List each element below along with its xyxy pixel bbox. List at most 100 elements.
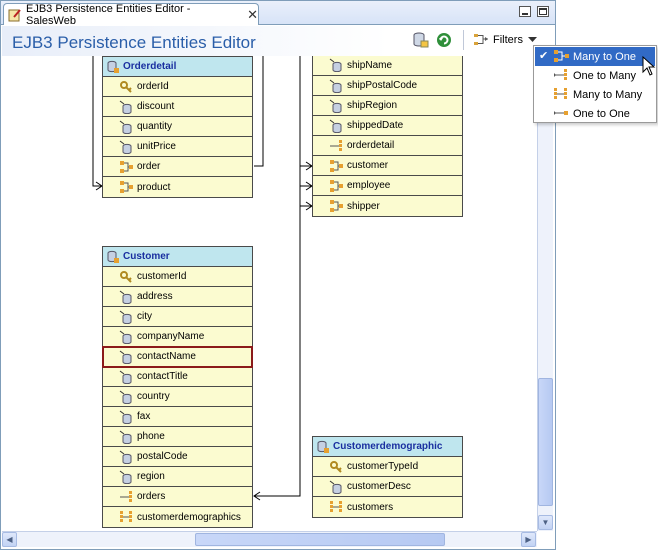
horizontal-scroll-thumb[interactable] [195,533,445,546]
field-name: shipPostalCode [347,80,418,91]
one-to-many-icon [554,69,567,80]
vertical-scroll-thumb[interactable] [538,378,553,506]
field-name: orders [137,491,166,502]
database-icon[interactable] [411,31,429,49]
field-row[interactable]: orderId [103,77,252,97]
field-row[interactable]: city [103,307,252,327]
diagram-canvas[interactable]: Orderdetail orderId discount quantity un… [2,56,537,531]
many-to-one-icon [120,181,133,193]
menu-item-many-to-one[interactable]: ✔ Many to One [535,47,655,66]
field-name: discount [137,101,175,112]
many-to-many-icon [120,511,132,522]
field-row[interactable]: country [103,387,252,407]
field-name: companyName [137,331,205,342]
minimize-icon[interactable] [519,6,531,17]
field-row[interactable]: shippedDate [313,116,462,136]
field-icon [329,99,342,113]
many-to-many-icon [330,501,342,512]
field-name: orderId [137,81,169,92]
scroll-down-icon[interactable]: ▼ [538,515,553,530]
filters-button[interactable]: Filters [473,31,537,49]
field-name: quantity [137,121,173,132]
entity-header[interactable]: Customerdemographic [313,437,462,457]
field-icon [119,140,132,154]
field-row[interactable]: region [103,467,252,487]
field-name: postalCode [137,451,188,462]
field-row[interactable]: customer [313,156,462,176]
editor-tab[interactable]: EJB3 Persistence Entities Editor - Sales… [3,3,259,27]
primary-key-icon [120,81,132,93]
entity-header[interactable]: Orderdetail [103,57,252,77]
field-name: city [137,311,152,322]
field-row[interactable]: postalCode [103,447,252,467]
field-icon [119,390,132,404]
field-name: fax [137,411,151,422]
menu-item-label: One to Many [573,69,636,82]
many-to-one-icon [120,161,133,173]
field-row[interactable]: customerId [103,267,252,287]
field-row[interactable]: phone [103,427,252,447]
field-name: shipName [347,59,393,71]
entity-customerdemographic[interactable]: Customerdemographic customerTypeId custo… [312,436,463,518]
scroll-right-icon[interactable]: ▶ [521,532,536,547]
field-icon [119,100,132,114]
field-row[interactable]: shipPostalCode [313,76,462,96]
field-row[interactable]: shipper [313,196,462,216]
entity-header[interactable]: Customer [103,247,252,267]
mouse-cursor-icon [642,56,656,76]
field-row[interactable]: employee [313,176,462,196]
menu-item-many-to-many[interactable]: Many to Many [535,85,655,104]
close-icon[interactable]: ✕ [247,7,258,23]
field-icon [119,430,132,444]
field-row[interactable]: orderdetail [313,136,462,156]
field-name: order [137,161,161,172]
field-row[interactable]: discount [103,97,252,117]
field-name: region [137,471,165,482]
filters-label: Filters [493,34,523,46]
field-icon [119,310,132,324]
refresh-icon[interactable] [435,31,453,49]
vertical-scrollbar[interactable]: ▼ [537,56,553,531]
editor-icon [8,8,22,22]
field-icon [329,58,342,72]
field-row[interactable]: quantity [103,117,252,137]
field-row[interactable]: unitPrice [103,137,252,157]
field-row[interactable]: customers [313,497,462,517]
field-name: shipRegion [347,100,398,111]
field-row-selected[interactable]: contactName [102,346,253,368]
field-icon [329,79,342,93]
menu-item-one-to-one[interactable]: One to One [535,104,655,123]
primary-key-icon [330,461,342,473]
entity-customer[interactable]: Customer customerId address city company… [102,246,253,528]
field-row[interactable]: contactTitle [103,367,252,387]
field-name: shippedDate [347,120,404,131]
tab-bar: EJB3 Persistence Entities Editor - Sales… [1,1,555,27]
entity-orderdetail[interactable]: Orderdetail orderId discount quantity un… [102,56,253,198]
menu-item-one-to-many[interactable]: One to Many [535,66,655,85]
entity-icon [107,250,119,263]
field-row[interactable]: address [103,287,252,307]
maximize-icon[interactable] [537,6,549,17]
many-to-one-icon [330,180,343,192]
field-row[interactable]: shipRegion [313,96,462,116]
field-name: address [137,291,173,302]
field-row[interactable]: shipName [313,56,462,76]
field-row[interactable]: orders [103,487,252,507]
entity-order[interactable]: shipName shipPostalCode shipRegion shipp… [312,56,463,217]
field-row[interactable]: companyName [103,327,252,347]
field-row[interactable]: order [103,157,252,177]
field-row[interactable]: fax [103,407,252,427]
menu-item-label: One to One [573,107,630,120]
field-name: product [137,181,171,193]
field-row[interactable]: customerTypeId [313,457,462,477]
many-to-one-icon [330,160,343,172]
field-row[interactable]: customerdemographics [103,507,252,527]
field-row[interactable]: product [103,177,252,197]
field-name: customerTypeId [347,461,419,472]
page-title: EJB3 Persistence Entities Editor [12,33,256,52]
horizontal-scrollbar[interactable]: ◀ ▶ [2,531,537,547]
many-to-one-icon [554,50,569,62]
scroll-left-icon[interactable]: ◀ [2,532,17,547]
field-row[interactable]: customerDesc [313,477,462,497]
filters-menu: ✔ Many to One One to Many Many to Many O… [533,45,657,123]
